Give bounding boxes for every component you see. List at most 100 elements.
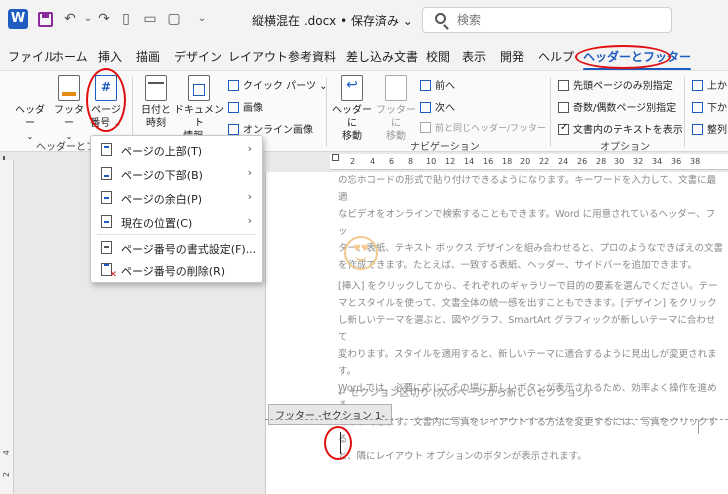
option-show-document-text[interactable]: 文書内のテキストを表示 (558, 121, 683, 136)
undo-dropdown-icon[interactable]: ⌄ (80, 11, 96, 27)
date-time-label-2: 時刻 (146, 118, 166, 129)
footer-button[interactable]: フッター ⌄ (52, 75, 86, 143)
tab-help[interactable]: ヘルプ (538, 48, 574, 65)
redo-icon[interactable]: ↷ (96, 11, 112, 27)
tab-draw[interactable]: 描画 (136, 48, 160, 65)
goto-footer-button[interactable]: フッターに 移動 (374, 75, 418, 143)
footer-boundary (265, 419, 728, 420)
picture-label: 画像 (243, 103, 263, 114)
goto-header-label-1: ヘッダーに (332, 105, 372, 129)
ruler-tick: 32 (633, 157, 644, 166)
page-number-button[interactable]: ページ 番号 ⌄ (88, 75, 124, 130)
navigation-group-label: ナビゲーション (410, 142, 480, 153)
quick-parts-icon (228, 80, 239, 91)
indent-marker[interactable] (332, 154, 339, 161)
date-time-label-1: 日付と (141, 105, 171, 116)
footer-button-label: フッター (54, 105, 84, 129)
document-info-label-1: ドキュメント (174, 105, 224, 129)
menu-item-label: ページの上部(T) (121, 145, 203, 158)
date-time-button[interactable]: 日付と 時刻 (138, 75, 174, 130)
online-picture-icon (228, 124, 239, 135)
option-different-odd-even[interactable]: 奇数/偶数ページ別指定 (558, 99, 676, 114)
search-box[interactable] (422, 7, 672, 33)
checkbox-show-text[interactable] (558, 122, 569, 135)
chevron-right-icon: › (247, 142, 252, 155)
open-folder-icon[interactable]: ▭ (142, 11, 158, 27)
menu-item-current-position[interactable]: 現在の位置(C) › (91, 210, 262, 234)
option-different-first-page[interactable]: 先頭ページのみ別指定 (558, 77, 673, 92)
next-button[interactable]: 次へ (420, 99, 455, 114)
page-number-label-1: ページ (91, 105, 121, 116)
menu-item-label: ページの下部(B) (121, 169, 203, 182)
goto-footer-label-2: 移動 (386, 131, 406, 142)
ruler-tick: 34 (652, 157, 663, 166)
position-bottom-icon (692, 102, 703, 113)
position-top-field[interactable]: 上から (692, 77, 728, 92)
smiley-face-icon[interactable] (344, 236, 378, 270)
ruler-tick: 2 (350, 157, 356, 166)
option-oddeven-label: 奇数/偶数ページ別指定 (573, 103, 677, 114)
picture-button[interactable]: 画像 (228, 99, 263, 114)
tab-references[interactable]: 参考資料 (288, 48, 336, 65)
tab-insert[interactable]: 挿入 (98, 48, 122, 65)
print-preview-icon[interactable]: ▯ (118, 11, 134, 27)
text-line: なビデオをオンラインで検索することもできます。Word に用意されているヘッダー… (338, 209, 716, 237)
document-page[interactable]: の忘ホコードの形式で貼り付けできるようになります。キーワードを入力して、文書に最… (265, 172, 728, 494)
position-bottom-field[interactable]: 下から (692, 99, 728, 114)
tab-home[interactable]: ホーム (52, 48, 88, 65)
tab-mailings[interactable]: 差し込み文書 (346, 48, 418, 65)
goto-header-button[interactable]: ヘッダーに 移動 (330, 75, 374, 143)
page-number-icon (95, 75, 117, 101)
document-title[interactable]: 縦横混在 .docx • 保存済み ⌄ (252, 12, 413, 29)
search-input[interactable] (457, 12, 657, 28)
ruler-tick: 4 (370, 157, 376, 166)
page-number-label-2: 番号 ⌄ (90, 118, 122, 129)
undo-icon[interactable]: ↶ (62, 11, 78, 27)
link-to-previous-button[interactable]: 前と同じヘッダー/フッター (420, 121, 546, 134)
tab-file[interactable]: ファイル (8, 48, 56, 65)
word-logo-icon: W (8, 9, 28, 29)
goto-header-icon (341, 75, 363, 101)
menu-item-top-of-page[interactable]: ページの上部(T) › (91, 138, 262, 162)
tab-developer[interactable]: 開発 (500, 48, 524, 65)
link-to-previous-label: 前と同じヘッダー/フッター (435, 124, 547, 134)
current-position-icon (101, 215, 112, 228)
position-bottom-label: 下から (707, 103, 728, 114)
option-show-text-label: 文書内のテキストを表示 (573, 125, 683, 136)
checkbox-odd-even[interactable] (558, 102, 569, 113)
save-icon[interactable] (38, 12, 53, 27)
menu-item-format-page-numbers[interactable]: ページ番号の書式設定(F)... (91, 236, 262, 260)
ruler-tick: 6 (389, 157, 395, 166)
previous-icon (420, 80, 431, 91)
new-document-icon[interactable]: ▢ (166, 11, 182, 27)
header-button[interactable]: ヘッダー ⌄ (12, 75, 306, 273)
checkbox-first-page[interactable] (558, 80, 569, 91)
tab-design[interactable]: デザイン (174, 48, 222, 65)
text-line: の忘ホコードの形式で貼り付けできるようになります。キーワードを入力して、文書に最… (338, 175, 717, 203)
previous-label: 前へ (435, 81, 455, 92)
search-icon (435, 13, 446, 24)
paragraph-1: の忘ホコードの形式で貼り付けできるようになります。キーワードを入力して、文書に最… (338, 172, 723, 274)
tab-view[interactable]: 表示 (462, 48, 486, 65)
tab-review[interactable]: 校閲 (426, 48, 450, 65)
text-line: 変わります。スタイルを適用すると、新しいテーマに適合するように見出しが変更されま… (338, 349, 717, 377)
document-info-button[interactable]: ドキュメント 情報 ⌄ (174, 75, 224, 143)
page-number-menu: ページの上部(T) › ページの下部(B) › ページの余白(P) › 現在の位… (90, 135, 263, 283)
tab-header-footer[interactable]: ヘッダーとフッター (583, 48, 692, 71)
customize-toolbar-icon[interactable]: ⌄ (194, 11, 210, 27)
tab-layout[interactable]: レイアウト (228, 48, 288, 65)
text-line: と、隣にレイアウト オプションのボタンが表示されます。 (338, 451, 587, 462)
menu-item-page-margins[interactable]: ページの余白(P) › (91, 186, 262, 210)
menu-item-label: 現在の位置(C) (121, 217, 193, 230)
document-info-icon (188, 75, 210, 101)
align-tab-button[interactable]: 整列 (692, 121, 727, 136)
quick-parts-button[interactable]: クイック パーツ ⌄ (228, 77, 328, 92)
previous-button[interactable]: 前へ (420, 77, 455, 92)
online-picture-button[interactable]: オンライン画像 (228, 121, 313, 136)
menu-item-bottom-of-page[interactable]: ページの下部(B) › (91, 162, 262, 186)
menu-item-remove-page-numbers[interactable]: ページ番号の削除(R) (91, 258, 262, 282)
calendar-icon (145, 75, 167, 101)
text-cursor (340, 432, 341, 454)
link-icon (420, 122, 431, 133)
ruler-tick: 30 (614, 157, 625, 166)
